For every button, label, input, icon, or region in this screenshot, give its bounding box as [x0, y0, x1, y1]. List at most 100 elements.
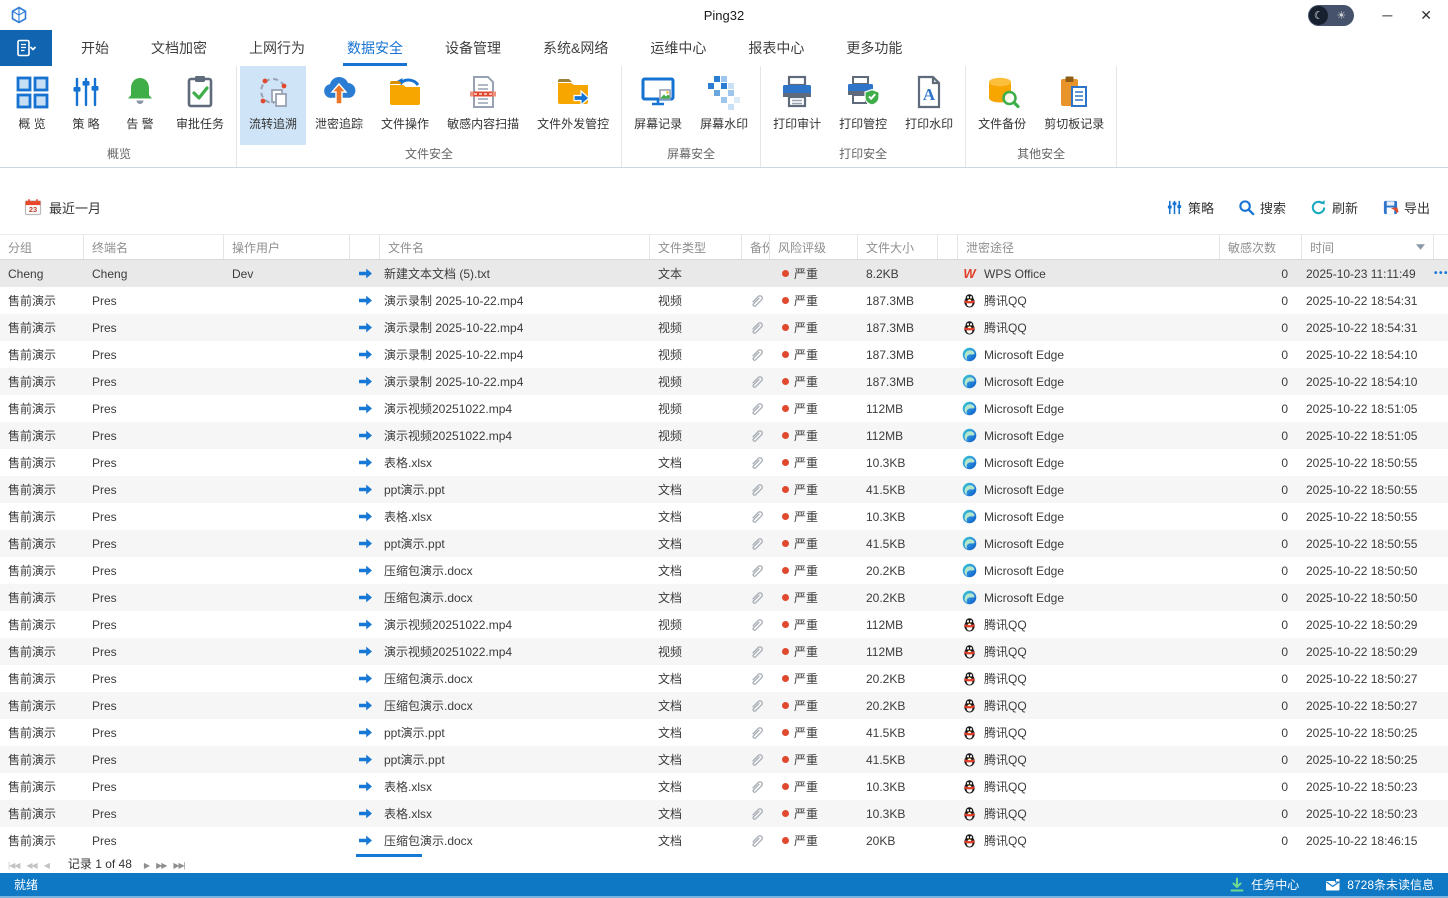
- table-row[interactable]: 售前演示 Pres 演示视频20251022.mp4 视频 严重 112MB Microso…: [0, 395, 1448, 422]
- forward-arrow-icon[interactable]: [358, 320, 373, 335]
- table-row[interactable]: 售前演示 Pres ppt演示.ppt 文档 严重 41.5KB 腾讯QQ 0 2025-10-…: [0, 746, 1448, 773]
- column-header-3[interactable]: [350, 235, 380, 259]
- date-range-filter[interactable]: 23 最近一月: [24, 198, 101, 217]
- forward-arrow-icon[interactable]: [358, 671, 373, 686]
- table-row[interactable]: 售前演示 Pres ppt演示.ppt 文档 严重 41.5KB 腾讯QQ 0 2025-10-…: [0, 719, 1448, 746]
- table-row[interactable]: 售前演示 Pres 压缩包演示.docx 文档 严重 20.2KB Microsoft Ed…: [0, 584, 1448, 611]
- column-header-11[interactable]: 敏感次数: [1220, 235, 1302, 259]
- table-row[interactable]: 售前演示 Pres 演示录制 2025-10-22.mp4 视频 严重 187.3MB 腾讯…: [0, 287, 1448, 314]
- column-header-1[interactable]: 终端名: [84, 235, 224, 259]
- table-row[interactable]: 售前演示 Pres 表格.xlsx 文档 严重 10.3KB Microsoft Edge 0…: [0, 503, 1448, 530]
- column-header-4[interactable]: 文件名: [380, 235, 650, 259]
- horizontal-scrollbar-thumb[interactable]: [356, 854, 422, 857]
- table-row[interactable]: 售前演示 Pres 演示录制 2025-10-22.mp4 视频 严重 187.3MB Mi…: [0, 341, 1448, 368]
- column-header-13[interactable]: [1434, 235, 1448, 259]
- ribbon-button-print-audit[interactable]: 打印审计: [764, 66, 830, 145]
- column-header-5[interactable]: 文件类型: [650, 235, 742, 259]
- forward-arrow-icon[interactable]: [358, 833, 373, 848]
- pager-next-button[interactable]: ▶: [144, 861, 150, 870]
- ribbon-button-file-ops[interactable]: 文件操作: [372, 66, 438, 145]
- tab-2[interactable]: 上网行为: [228, 30, 326, 66]
- app-menu-button[interactable]: [0, 30, 52, 66]
- tab-6[interactable]: 运维中心: [629, 30, 727, 66]
- ribbon-button-file-backup[interactable]: 文件备份: [969, 66, 1035, 145]
- forward-arrow-icon[interactable]: [358, 617, 373, 632]
- table-row[interactable]: Cheng Cheng Dev 新建文本文档 (5).txt 文本 严重 8.2KB W WPS…: [0, 260, 1448, 287]
- column-header-12[interactable]: 时间: [1302, 235, 1434, 259]
- table-row[interactable]: 售前演示 Pres 表格.xlsx 文档 严重 10.3KB 腾讯QQ 0 2025-10-22…: [0, 773, 1448, 800]
- tab-5[interactable]: 系统&网络: [522, 30, 629, 66]
- ribbon-button-overview[interactable]: 概 览: [5, 66, 59, 145]
- forward-arrow-icon[interactable]: [358, 752, 373, 767]
- ribbon-button-screen-watermark[interactable]: 屏幕水印: [691, 66, 757, 145]
- tab-7[interactable]: 报表中心: [727, 30, 825, 66]
- row-actions-button[interactable]: •••: [1434, 268, 1448, 279]
- column-header-9[interactable]: [938, 235, 958, 259]
- pager-prev-button[interactable]: ◀: [44, 861, 50, 870]
- minimize-button[interactable]: ─: [1382, 8, 1392, 22]
- forward-arrow-icon[interactable]: [358, 644, 373, 659]
- table-row[interactable]: 售前演示 Pres 压缩包演示.docx 文档 严重 20KB 腾讯QQ 0 2025-10-2…: [0, 827, 1448, 854]
- task-center-button[interactable]: 任务中心: [1229, 876, 1299, 893]
- pager-next-page-button[interactable]: ▶▶: [156, 861, 167, 870]
- toolbar-refresh-button[interactable]: 刷新: [1310, 198, 1358, 217]
- column-header-2[interactable]: 操作用户: [224, 235, 350, 259]
- ribbon-button-print-control[interactable]: 打印管控: [830, 66, 896, 145]
- column-header-10[interactable]: 泄密途径: [958, 235, 1220, 259]
- ribbon-button-alert[interactable]: 告 警: [113, 66, 167, 145]
- tab-4[interactable]: 设备管理: [424, 30, 522, 66]
- table-row[interactable]: 售前演示 Pres 压缩包演示.docx 文档 严重 20.2KB Microsoft Ed…: [0, 557, 1448, 584]
- forward-arrow-icon[interactable]: [358, 428, 373, 443]
- column-header-6[interactable]: 备份: [742, 235, 770, 259]
- forward-arrow-icon[interactable]: [358, 806, 373, 821]
- table-row[interactable]: 售前演示 Pres 压缩包演示.docx 文档 严重 20.2KB 腾讯QQ 0 2025-10…: [0, 665, 1448, 692]
- forward-arrow-icon[interactable]: [358, 509, 373, 524]
- theme-toggle[interactable]: ☾ ☀: [1308, 4, 1355, 26]
- ribbon-button-policy[interactable]: 策 略: [59, 66, 113, 145]
- table-row[interactable]: 售前演示 Pres 压缩包演示.docx 文档 严重 20.2KB 腾讯QQ 0 2025-10…: [0, 692, 1448, 719]
- table-row[interactable]: 售前演示 Pres 演示录制 2025-10-22.mp4 视频 严重 187.3MB Mi…: [0, 368, 1448, 395]
- forward-arrow-icon[interactable]: [358, 266, 373, 281]
- forward-arrow-icon[interactable]: [358, 401, 373, 416]
- forward-arrow-icon[interactable]: [358, 698, 373, 713]
- close-button[interactable]: ✕: [1420, 8, 1432, 22]
- ribbon-button-screen-record[interactable]: 屏幕记录: [625, 66, 691, 145]
- table-row[interactable]: 售前演示 Pres 演示视频20251022.mp4 视频 严重 112MB Microso…: [0, 422, 1448, 449]
- ribbon-button-leak-track[interactable]: 泄密追踪: [306, 66, 372, 145]
- ribbon-button-approval-tasks[interactable]: 审批任务: [167, 66, 233, 145]
- tab-8[interactable]: 更多功能: [825, 30, 923, 66]
- table-row[interactable]: 售前演示 Pres 演示录制 2025-10-22.mp4 视频 严重 187.3MB 腾讯…: [0, 314, 1448, 341]
- forward-arrow-icon[interactable]: [358, 347, 373, 362]
- forward-arrow-icon[interactable]: [358, 293, 373, 308]
- table-row[interactable]: 售前演示 Pres 表格.xlsx 文档 严重 10.3KB Microsoft Edge 0…: [0, 449, 1448, 476]
- tab-0[interactable]: 开始: [60, 30, 130, 66]
- forward-arrow-icon[interactable]: [358, 590, 373, 605]
- toolbar-policy-button[interactable]: 策略: [1166, 198, 1214, 217]
- table-row[interactable]: 售前演示 Pres 演示视频20251022.mp4 视频 严重 112MB 腾讯QQ 0 20…: [0, 611, 1448, 638]
- forward-arrow-icon[interactable]: [358, 536, 373, 551]
- forward-arrow-icon[interactable]: [358, 482, 373, 497]
- column-header-8[interactable]: 文件大小: [858, 235, 938, 259]
- ribbon-button-file-outgoing[interactable]: 文件外发管控: [528, 66, 618, 145]
- unread-messages-button[interactable]: 8728条未读信息: [1325, 876, 1434, 893]
- pager-prev-page-button[interactable]: ◀◀: [26, 861, 37, 870]
- table-row[interactable]: 售前演示 Pres 表格.xlsx 文档 严重 10.3KB 腾讯QQ 0 2025-10-22…: [0, 800, 1448, 827]
- ribbon-button-flow-trace[interactable]: 流转追溯: [240, 66, 307, 145]
- tab-3[interactable]: 数据安全: [326, 30, 424, 66]
- forward-arrow-icon[interactable]: [358, 374, 373, 389]
- table-row[interactable]: 售前演示 Pres 演示视频20251022.mp4 视频 严重 112MB 腾讯QQ 0 20…: [0, 638, 1448, 665]
- forward-arrow-icon[interactable]: [358, 563, 373, 578]
- column-header-7[interactable]: 风险评级: [770, 235, 858, 259]
- pager-last-button[interactable]: ▶▶|: [173, 861, 185, 870]
- column-filter-arrow-icon[interactable]: [1416, 244, 1425, 250]
- forward-arrow-icon[interactable]: [358, 779, 373, 794]
- column-header-0[interactable]: 分组: [0, 235, 84, 259]
- ribbon-button-clipboard-record[interactable]: 剪切板记录: [1035, 66, 1113, 145]
- table-row[interactable]: 售前演示 Pres ppt演示.ppt 文档 严重 41.5KB Microsoft Edg…: [0, 530, 1448, 557]
- pager-first-button[interactable]: |◀◀: [8, 861, 20, 870]
- forward-arrow-icon[interactable]: [358, 725, 373, 740]
- table-row[interactable]: 售前演示 Pres ppt演示.ppt 文档 严重 41.5KB Microsoft Edg…: [0, 476, 1448, 503]
- toolbar-export-button[interactable]: 导出: [1382, 198, 1430, 217]
- ribbon-button-content-scan[interactable]: 敏感内容扫描: [438, 66, 528, 145]
- forward-arrow-icon[interactable]: [358, 455, 373, 470]
